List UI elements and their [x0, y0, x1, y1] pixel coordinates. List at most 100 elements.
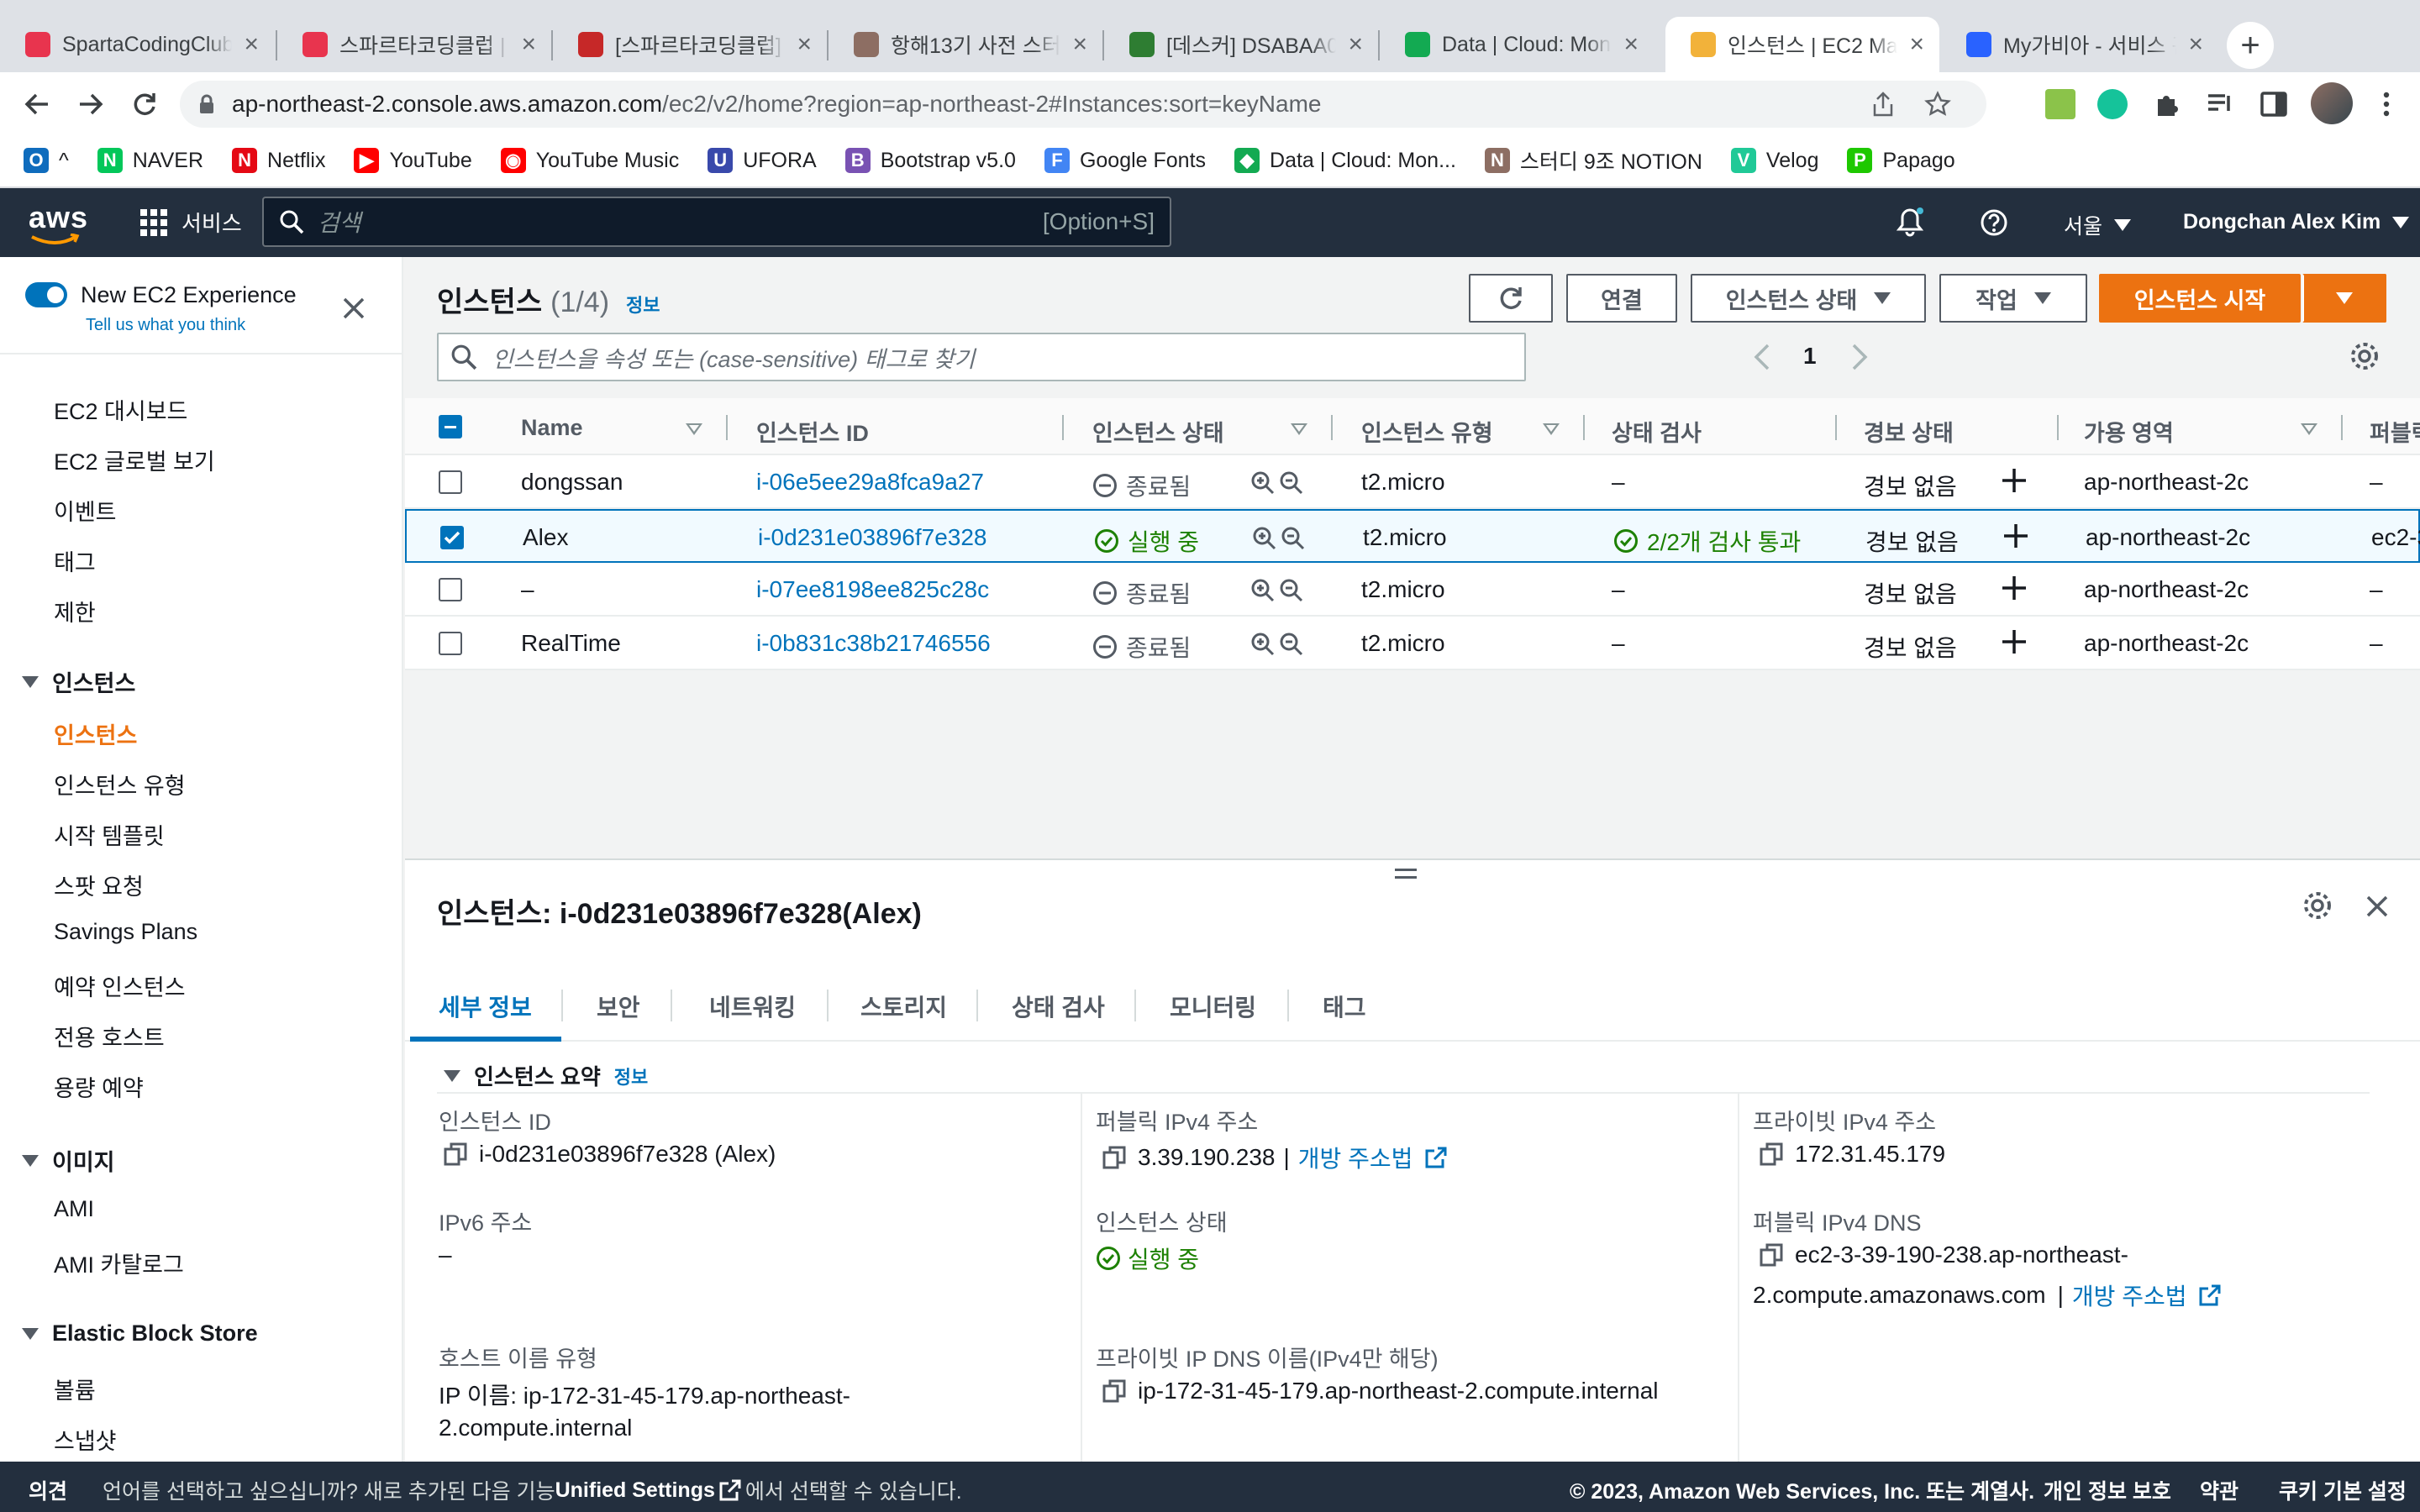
launch-instances-button[interactable]: 인스턴스 시작	[2099, 274, 2301, 323]
col-instance-type[interactable]: 인스턴스 유형	[1361, 415, 1493, 448]
bookmark-item[interactable]: P Papago	[1847, 148, 1955, 173]
tab-status-checks[interactable]: 상태 검사	[1012, 990, 1105, 1023]
col-instance-id[interactable]: 인스턴스 ID	[756, 415, 869, 448]
zoom-in-icon[interactable]	[1252, 526, 1277, 551]
col-status-check[interactable]: 상태 검사	[1612, 415, 1702, 448]
open-address-link-2[interactable]: 개방 주소법	[2072, 1278, 2187, 1312]
add-alarm-button[interactable]	[2000, 464, 2028, 497]
external-link-icon[interactable]	[2198, 1284, 2222, 1307]
browser-menu-icon[interactable]	[2371, 89, 2402, 119]
feedback-link[interactable]: Tell us what you think	[86, 316, 245, 335]
feedback-link[interactable]: 의견	[29, 1475, 67, 1505]
sidebar-item[interactable]: 용량 예약	[54, 1070, 144, 1103]
bookmark-item[interactable]: B Bootstrap v5.0	[844, 148, 1016, 173]
cell-instance-id[interactable]: i-0d231e03896f7e328	[758, 524, 986, 551]
close-tab-icon[interactable]: ×	[1909, 32, 1924, 57]
bookmark-item[interactable]: ◆ Data | Cloud: Mon...	[1234, 148, 1456, 173]
close-tab-icon[interactable]: ×	[521, 32, 536, 57]
row-checkbox[interactable]	[440, 526, 464, 549]
sidebar-item[interactable]: 전용 호스트	[54, 1020, 165, 1053]
sidebar-item[interactable]: 인스턴스	[54, 717, 137, 750]
zoom-out-icon[interactable]	[1279, 632, 1304, 657]
zoom-in-icon[interactable]	[1250, 578, 1276, 603]
sidebar-item[interactable]: AMI 카탈로그	[54, 1247, 184, 1279]
row-checkbox[interactable]	[439, 470, 462, 494]
sort-name-icon[interactable]	[686, 423, 702, 435]
bookmark-item[interactable]: O ^	[24, 148, 69, 173]
region-selector[interactable]: 서울	[2064, 210, 2132, 240]
external-link-icon[interactable]	[1424, 1146, 1448, 1169]
add-alarm-button[interactable]	[2002, 519, 2030, 553]
reload-button[interactable]	[124, 84, 165, 124]
row-checkbox[interactable]	[439, 632, 462, 655]
resize-handle-icon[interactable]	[1395, 869, 1417, 879]
zoom-in-icon[interactable]	[1250, 470, 1276, 496]
sort-state-icon[interactable]	[1291, 423, 1307, 435]
close-tab-icon[interactable]: ×	[797, 32, 812, 57]
sidebar-item[interactable]: 예약 인스턴스	[54, 969, 186, 1002]
zoom-out-icon[interactable]	[1281, 526, 1306, 551]
side-panel-icon[interactable]	[2259, 89, 2289, 119]
previous-page-icon[interactable]	[1753, 343, 1771, 371]
detail-settings-gear-icon[interactable]	[2302, 890, 2333, 921]
zoom-out-icon[interactable]	[1279, 470, 1304, 496]
sidebar-section-header[interactable]: Elastic Block Store	[22, 1320, 258, 1347]
bookmark-item[interactable]: ◉ YouTube Music	[500, 148, 679, 173]
col-instance-state[interactable]: 인스턴스 상태	[1092, 415, 1224, 448]
grammarly-icon[interactable]	[2097, 89, 2128, 119]
browser-tab[interactable]: My가비아 - 서비스 관 ×	[1941, 17, 2218, 72]
table-row[interactable]: – i-07ee8198ee825c28c 종료됨 t2.micro – 경보 없음 ap-…	[405, 563, 2420, 617]
bookmark-star-icon[interactable]	[1924, 91, 1951, 118]
notification-bell-icon[interactable]	[1896, 207, 1924, 237]
browser-tab[interactable]: Data | Cloud: Mon ×	[1380, 17, 1654, 72]
terms-link[interactable]: 약관	[2200, 1475, 2238, 1505]
instances-info-link[interactable]: 정보	[626, 291, 660, 318]
bookmark-item[interactable]: N 스터디 9조 NOTION	[1484, 145, 1702, 176]
services-menu[interactable]: 서비스	[139, 207, 242, 238]
page-number[interactable]: 1	[1803, 343, 1817, 370]
zoom-out-icon[interactable]	[1279, 578, 1304, 603]
forward-button[interactable]	[71, 84, 111, 124]
open-address-link[interactable]: 개방 주소법	[1298, 1141, 1413, 1174]
add-alarm-button[interactable]	[2000, 571, 2028, 605]
cell-instance-id[interactable]: i-06e5ee29a8fca9a27	[756, 469, 984, 496]
sidebar-section-header[interactable]: 인스턴스	[22, 665, 135, 698]
bookmark-item[interactable]: N NAVER	[97, 148, 203, 173]
close-tab-icon[interactable]: ×	[1623, 32, 1639, 57]
privacy-link[interactable]: 개인 정보 보호	[2044, 1475, 2171, 1505]
col-public-dns[interactable]: 퍼블릭	[2370, 415, 2420, 448]
row-checkbox[interactable]	[439, 578, 462, 601]
launch-dropdown-button[interactable]	[2302, 274, 2386, 323]
table-row[interactable]: dongssan i-06e5ee29a8fca9a27 종료됨 t2.micro – 경…	[405, 455, 2420, 509]
copy-icon[interactable]	[1760, 1142, 1783, 1166]
unified-settings-link[interactable]: Unified Settings	[555, 1478, 715, 1503]
table-settings-gear-icon[interactable]	[2349, 341, 2380, 371]
tab-tags[interactable]: 태그	[1323, 990, 1366, 1023]
sidebar-link[interactable]: EC2 글로벌 보기	[54, 444, 215, 476]
tab-monitoring[interactable]: 모니터링	[1170, 990, 1256, 1023]
close-tab-icon[interactable]: ×	[1348, 32, 1363, 57]
sidebar-item[interactable]: 스냅샷	[54, 1423, 117, 1456]
bookmark-item[interactable]: ▶ YouTube	[354, 148, 472, 173]
copy-icon[interactable]	[1102, 1379, 1126, 1403]
extensions-puzzle-icon[interactable]	[2153, 89, 2183, 119]
browser-tab[interactable]: [데스커] DSABAA0 ×	[1104, 17, 1378, 72]
sidebar-item[interactable]: 스팟 요청	[54, 869, 144, 901]
close-tab-icon[interactable]: ×	[244, 32, 259, 57]
bookmark-item[interactable]: F Google Fonts	[1044, 148, 1206, 173]
actions-button[interactable]: 작업	[1939, 274, 2087, 323]
close-sidebar-icon[interactable]	[341, 296, 366, 321]
tab-storage[interactable]: 스토리지	[860, 990, 947, 1023]
sidebar-link[interactable]: 제한	[54, 595, 96, 627]
browser-tab[interactable]: [스파르타코딩클럽] 웹 ×	[553, 17, 827, 72]
sidebar-section-header[interactable]: 이미지	[22, 1144, 115, 1177]
connect-button[interactable]: 연결	[1566, 274, 1677, 323]
new-tab-button[interactable]: +	[2227, 22, 2274, 69]
table-row[interactable]: Alex i-0d231e03896f7e328 실행 중 t2.micro 2/2개 …	[405, 509, 2420, 563]
close-tab-icon[interactable]: ×	[1072, 32, 1087, 57]
new-experience-toggle[interactable]	[25, 282, 67, 307]
bookmark-item[interactable]: V Velog	[1730, 148, 1818, 173]
sidebar-link[interactable]: 이벤트	[54, 494, 117, 527]
cell-instance-id[interactable]: i-0b831c38b21746556	[756, 630, 991, 657]
aws-logo[interactable]: aws	[29, 200, 88, 235]
